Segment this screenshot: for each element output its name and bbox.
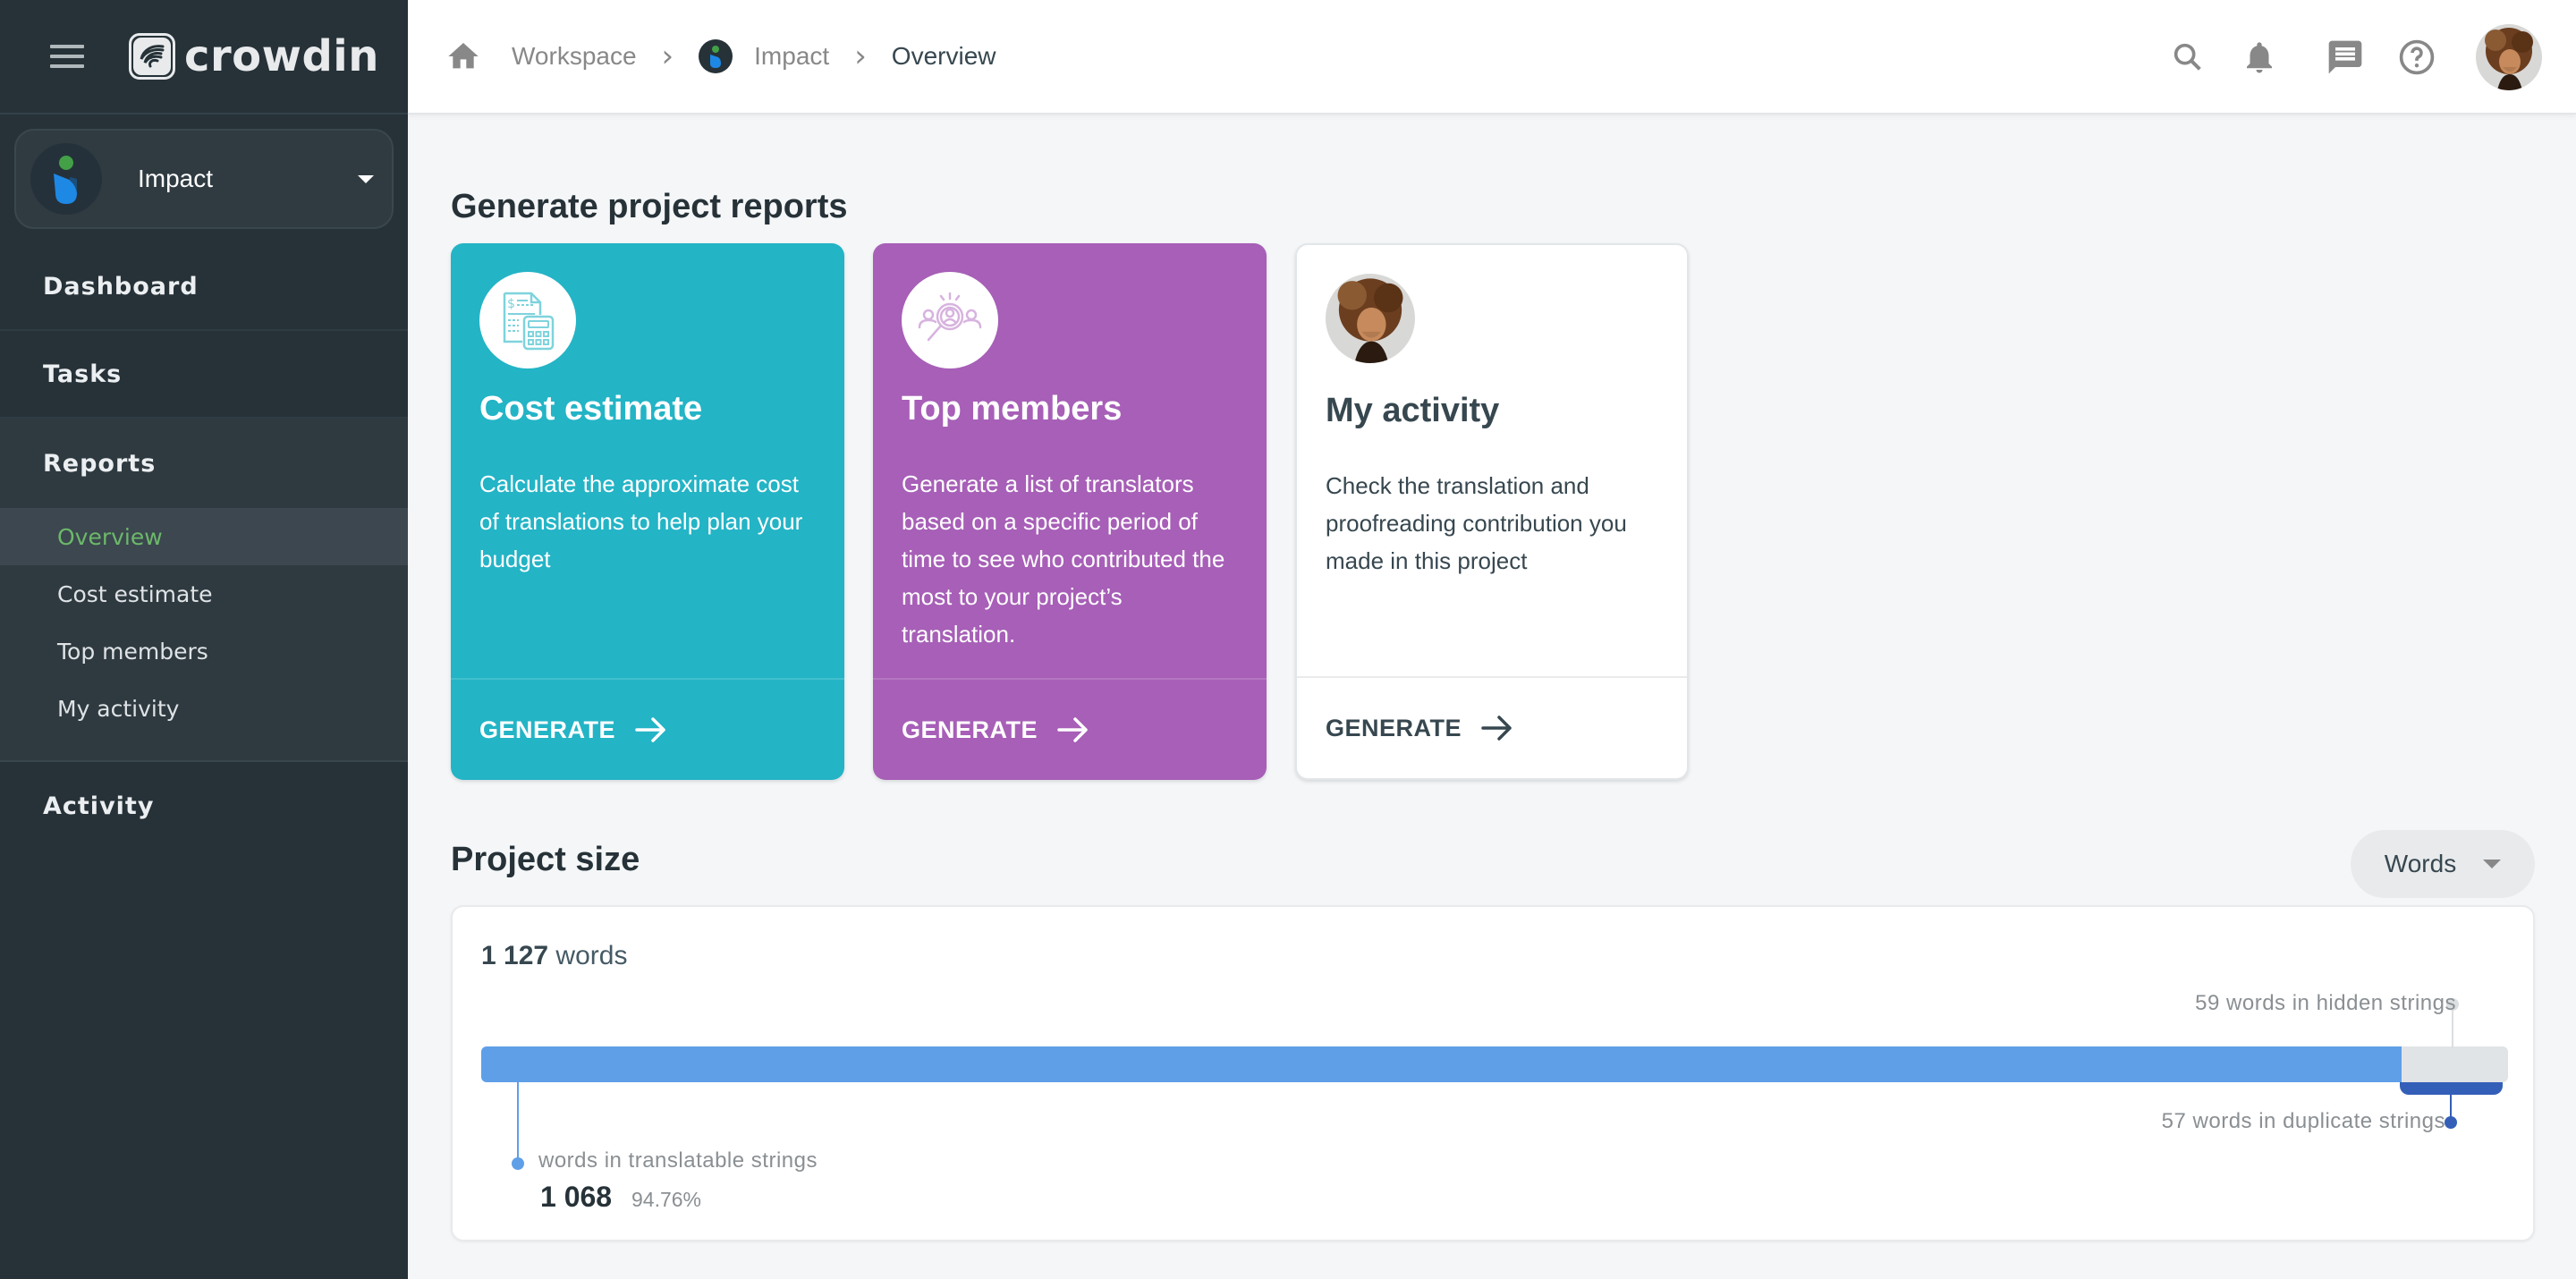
top-bar: Workspace › Impact › Overview	[408, 0, 2576, 114]
sidebar-item-dashboard[interactable]: Dashboard	[0, 243, 408, 331]
duplicate-dot	[2445, 1116, 2457, 1129]
crowdin-logo[interactable]: crowdin	[129, 31, 379, 81]
sidebar: crowdin Impact Dashboard Tasks Reports O…	[0, 0, 408, 1279]
translatable-dot	[512, 1157, 524, 1170]
translatable-value: 1 068	[540, 1181, 613, 1213]
bell-icon[interactable]	[2240, 38, 2279, 77]
report-card-my-activity[interactable]: My activity Check the translation and pr…	[1295, 243, 1689, 780]
member-search-icon	[902, 272, 998, 368]
user-avatar	[1326, 274, 1415, 363]
section-title-reports: Generate project reports	[451, 188, 848, 225]
breadcrumb-current: Overview	[891, 42, 996, 70]
svg-text:$: $	[507, 297, 515, 311]
unit-select[interactable]: Words	[2351, 830, 2535, 898]
project-size-bar	[481, 1046, 2508, 1095]
generate-label: GENERATE	[1326, 714, 1462, 741]
sidebar-subitem-cost-estimate[interactable]: Cost estimate	[0, 565, 408, 623]
help-icon[interactable]	[2397, 38, 2436, 77]
arrow-right-icon	[1481, 716, 1512, 741]
bar-segment-duplicate	[2400, 1082, 2503, 1095]
card-title: Cost estimate	[479, 390, 703, 428]
project-size-header: Project size Words	[451, 830, 2535, 902]
sidebar-subitem-top-members[interactable]: Top members	[0, 623, 408, 680]
duplicate-label: 57 words in duplicate strings	[2161, 1109, 2445, 1133]
card-description: Calculate the approximate cost of transl…	[479, 470, 803, 572]
breadcrumb: Workspace › Impact › Overview	[445, 38, 996, 74]
brand-name: crowdin	[184, 31, 379, 81]
home-icon[interactable]	[445, 38, 481, 74]
sidebar-nav: Dashboard Tasks Reports Overview Cost es…	[0, 243, 408, 850]
card-description: Generate a list of translators based on …	[902, 470, 1225, 648]
chevron-down-icon	[358, 174, 374, 183]
section-title-project-size: Project size	[451, 841, 640, 878]
card-description: Check the translation and proofreading c…	[1326, 472, 1627, 574]
total-words: 1 127 words	[481, 941, 627, 971]
total-words-unit: words	[555, 941, 628, 970]
breadcrumb-workspace[interactable]: Workspace	[512, 42, 637, 71]
translatable-leader-line	[517, 1082, 519, 1161]
chevron-right-icon: ›	[661, 38, 674, 74]
menu-icon[interactable]	[50, 45, 84, 68]
arrow-right-icon	[1057, 717, 1088, 742]
generate-label: GENERATE	[902, 716, 1038, 743]
project-icon	[30, 143, 102, 215]
sidebar-item-tasks[interactable]: Tasks	[0, 331, 408, 419]
translatable-percent: 94.76%	[631, 1188, 702, 1211]
sidebar-item-activity[interactable]: Activity	[0, 762, 408, 850]
project-icon	[699, 39, 733, 73]
generate-my-activity-button[interactable]: GENERATE	[1297, 676, 1687, 778]
unit-select-value: Words	[2384, 850, 2457, 877]
report-card-cost-estimate[interactable]: $ Cost estimate Calculate the approximat…	[451, 243, 844, 780]
report-cards: $ Cost estimate Calculate the approximat…	[451, 243, 1717, 780]
chat-icon[interactable]	[2326, 38, 2365, 77]
generate-top-members-button[interactable]: GENERATE	[873, 678, 1267, 780]
sidebar-subitem-overview[interactable]: Overview	[0, 508, 408, 565]
sidebar-item-reports[interactable]: Reports	[0, 419, 408, 508]
project-name: Impact	[138, 165, 214, 192]
card-title: My activity	[1326, 392, 1500, 429]
crowdin-logo-icon	[129, 33, 175, 80]
bar-segment-hidden	[2402, 1046, 2508, 1082]
user-avatar[interactable]	[2476, 24, 2542, 90]
generate-label: GENERATE	[479, 716, 616, 743]
breadcrumb-project[interactable]: Impact	[754, 42, 829, 71]
project-size-card: 1 127 words words in translatable string…	[451, 905, 2535, 1241]
search-icon[interactable]	[2168, 38, 2207, 77]
card-title: Top members	[902, 390, 1123, 428]
header-actions	[2168, 0, 2576, 114]
hidden-label: 59 words in hidden strings	[2195, 991, 2456, 1015]
project-selector[interactable]: Impact	[14, 129, 394, 229]
translatable-label: words in translatable strings	[538, 1148, 818, 1173]
bar-segment-translatable	[481, 1046, 2402, 1082]
chevron-right-icon: ›	[854, 38, 867, 74]
generate-cost-estimate-button[interactable]: GENERATE	[451, 678, 844, 780]
total-words-number: 1 127	[481, 941, 549, 970]
calculator-invoice-icon: $	[479, 272, 576, 368]
chevron-down-icon	[2483, 860, 2502, 868]
arrow-right-icon	[635, 717, 665, 742]
sidebar-header: crowdin	[0, 0, 408, 114]
sidebar-subitem-my-activity[interactable]: My activity	[0, 680, 408, 737]
sidebar-reports-group: Reports Overview Cost estimate Top membe…	[0, 419, 408, 762]
report-card-top-members[interactable]: Top members Generate a list of translato…	[873, 243, 1267, 780]
